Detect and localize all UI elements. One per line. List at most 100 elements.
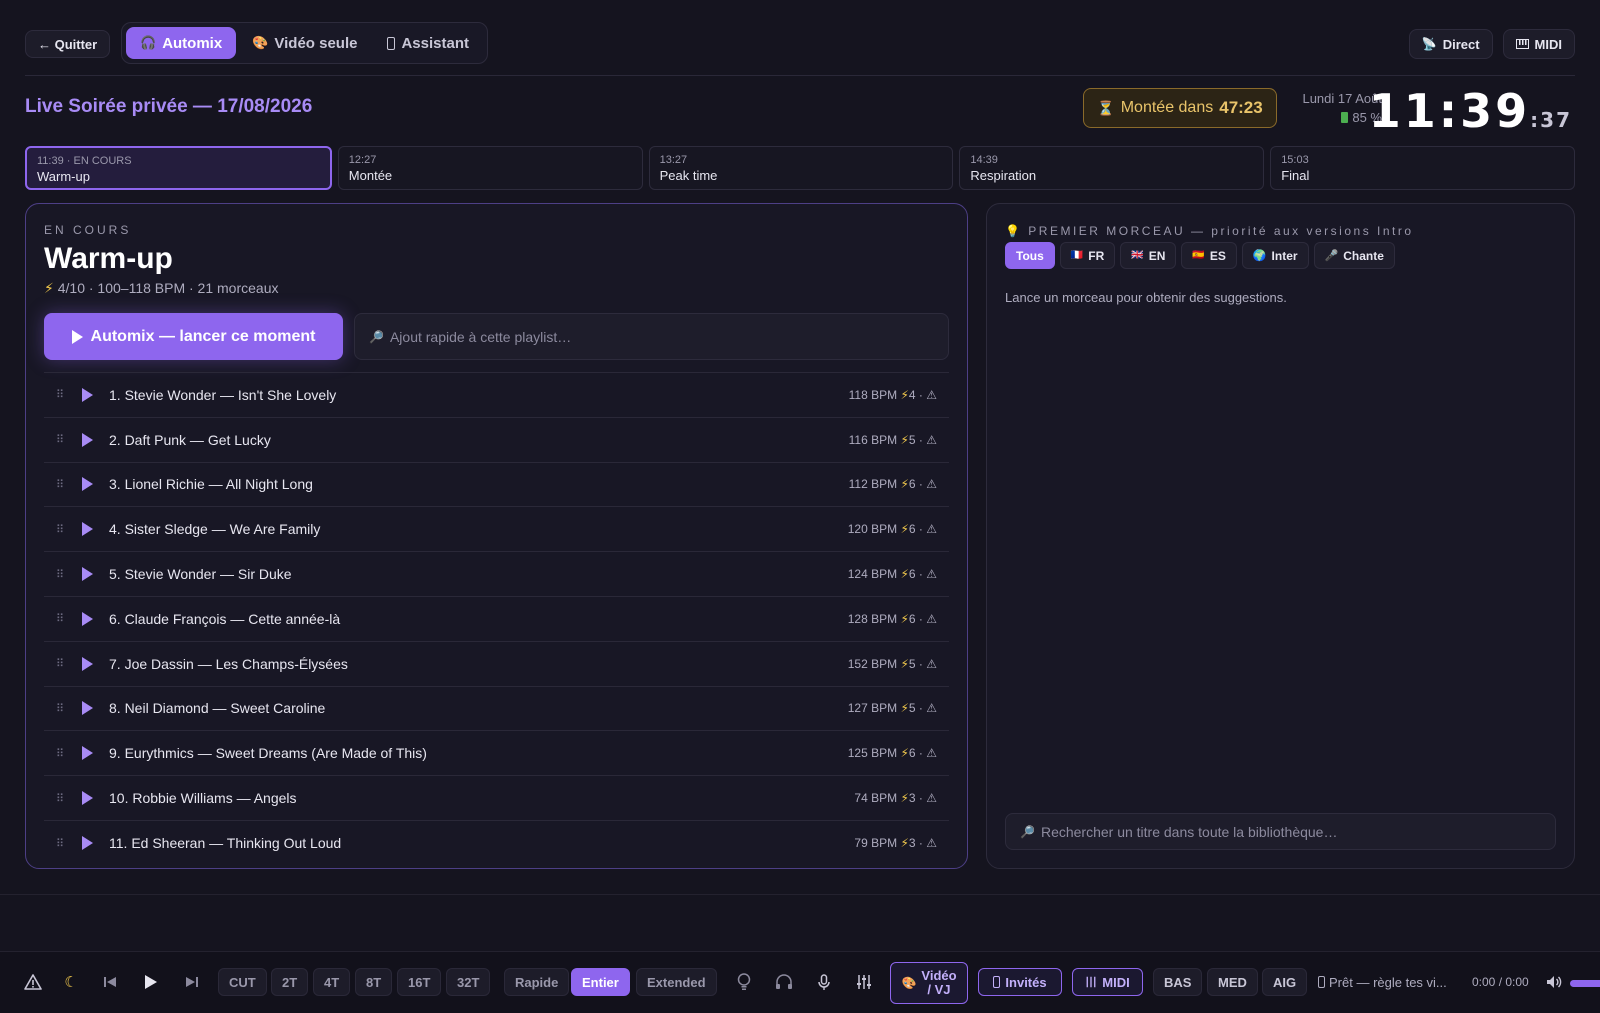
timeline-segment-montee[interactable]: 12:27 Montée xyxy=(337,146,643,190)
drag-handle-icon[interactable]: ⠿ xyxy=(56,478,68,491)
transition-2t-button[interactable]: 2T xyxy=(271,968,309,996)
track-meta: 152 BPM ⚡5 · ⚠ xyxy=(847,656,937,671)
timeline-segment-warmup[interactable]: 11:39 · EN COURS Warm-up xyxy=(25,146,332,190)
guests-button[interactable]: Invités xyxy=(978,968,1062,996)
drag-handle-icon[interactable]: ⠿ xyxy=(56,702,68,715)
midi-button[interactable]: MIDI xyxy=(1072,968,1143,996)
drag-handle-icon[interactable]: ⠿ xyxy=(56,388,68,401)
filter-chante[interactable]: 🎤 Chante xyxy=(1313,242,1395,269)
energy-icon: ⚡ xyxy=(900,432,909,447)
microphone-icon[interactable] xyxy=(810,968,838,996)
next-icon[interactable] xyxy=(178,968,206,996)
timeline-segment-final[interactable]: 15:03 Final xyxy=(1270,146,1575,190)
eq-mid-button[interactable]: MED xyxy=(1207,968,1258,996)
clock: 11:39:37 xyxy=(1368,84,1572,138)
play-icon[interactable] xyxy=(82,387,93,402)
moment-title: Warm-up xyxy=(44,242,173,275)
play-icon[interactable] xyxy=(82,477,93,492)
next-moment-countdown: ⏳ Montée dans 47:23 xyxy=(1083,88,1277,128)
drag-handle-icon[interactable]: ⠿ xyxy=(56,612,68,625)
tab-automix[interactable]: 🎧 Automix xyxy=(126,27,237,59)
track-row[interactable]: ⠿ 5. Stevie Wonder — Sir Duke 124 BPM ⚡6… xyxy=(44,552,949,597)
warning-icon: ⚠ xyxy=(926,477,937,492)
track-row[interactable]: ⠿ 11. Ed Sheeran — Thinking Out Loud 79 … xyxy=(44,821,949,866)
track-row[interactable]: ⠿ 3. Lionel Richie — All Night Long 112 … xyxy=(44,463,949,508)
track-row[interactable]: ⠿ 9. Eurythmics — Sweet Dreams (Are Made… xyxy=(44,731,949,777)
play-icon[interactable] xyxy=(137,968,165,996)
track-row[interactable]: ⠿ 1. Stevie Wonder — Isn't She Lovely 11… xyxy=(44,373,949,418)
top-bar: ← Quitter 🎧 Automix 🎨 Vidéo seule Assist… xyxy=(25,22,1575,66)
track-row[interactable]: ⠿ 6. Claude François — Cette année-là 12… xyxy=(44,597,949,642)
track-row[interactable]: ⠿ 4. Sister Sledge — We Are Family 120 B… xyxy=(44,507,949,553)
hourglass-icon: ⏳ xyxy=(1097,99,1115,116)
mode-tabs: 🎧 Automix 🎨 Vidéo seule Assistant xyxy=(121,22,488,64)
track-row[interactable]: ⠿ 10. Robbie Williams — Angels 74 BPM ⚡3… xyxy=(44,776,949,821)
filter-inter[interactable]: 🌍 Inter xyxy=(1241,242,1309,269)
lightbulb-icon: 💡 xyxy=(1005,224,1023,238)
volume-slider[interactable] xyxy=(1570,980,1600,987)
drag-handle-icon[interactable]: ⠿ xyxy=(56,657,68,670)
drag-handle-icon[interactable]: ⠿ xyxy=(56,792,68,805)
track-row[interactable]: ⠿ 2. Daft Punk — Get Lucky 116 BPM ⚡5 · … xyxy=(44,418,949,463)
mode-entier-button[interactable]: Entier xyxy=(571,968,630,996)
timeline-segment-respiration[interactable]: 14:39 Respiration xyxy=(959,146,1265,190)
play-icon[interactable] xyxy=(82,522,93,537)
timeline-segment-peak-time[interactable]: 13:27 Peak time xyxy=(648,146,954,190)
quick-add-input[interactable]: 🔎 Ajout rapide à cette playlist… xyxy=(354,313,949,360)
track-meta: 74 BPM ⚡3 · ⚠ xyxy=(854,791,937,806)
eq-treble-button[interactable]: AIG xyxy=(1262,968,1308,996)
cut-button[interactable]: CUT xyxy=(218,968,267,996)
play-icon[interactable] xyxy=(82,701,93,716)
play-icon[interactable] xyxy=(82,567,93,582)
filter-all[interactable]: Tous xyxy=(1005,242,1055,269)
direct-button[interactable]: 📡 Direct xyxy=(1408,29,1493,59)
drag-handle-icon[interactable]: ⠿ xyxy=(56,837,68,850)
play-icon[interactable] xyxy=(82,746,93,761)
transition-4t-button[interactable]: 4T xyxy=(313,968,351,996)
transition-8t-button[interactable]: 8T xyxy=(355,968,393,996)
phone-icon xyxy=(993,976,1001,988)
warning-icon: ⚠ xyxy=(926,701,937,716)
eq-bass-button[interactable]: BAS xyxy=(1153,968,1203,996)
play-icon[interactable] xyxy=(82,611,93,626)
video-vj-button[interactable]: 🎨 Vidéo / VJ xyxy=(890,962,968,1004)
night-mode-icon[interactable]: ☾ xyxy=(57,968,85,996)
headphones-icon[interactable] xyxy=(770,968,798,996)
microphone-icon: 🎤 xyxy=(1324,250,1339,262)
track-meta: 118 BPM ⚡4 · ⚠ xyxy=(848,387,937,402)
volume-icon[interactable] xyxy=(1540,968,1568,996)
warning-icon: ⚠ xyxy=(926,432,937,447)
previous-icon[interactable] xyxy=(96,968,124,996)
filter-fr[interactable]: 🇫🇷 FR xyxy=(1059,242,1116,269)
library-search-input[interactable]: 🔎 Rechercher un titre dans toute la bibl… xyxy=(1005,813,1556,850)
warning-icon[interactable] xyxy=(19,968,47,996)
mode-rapide-button[interactable]: Rapide xyxy=(504,968,570,996)
drag-handle-icon[interactable]: ⠿ xyxy=(56,523,68,536)
track-row[interactable]: ⠿ 8. Neil Diamond — Sweet Caroline 127 B… xyxy=(44,687,949,732)
quit-button[interactable]: ← Quitter xyxy=(25,30,111,58)
track-row[interactable]: ⠿ 7. Joe Dassin — Les Champs-Élysées 152… xyxy=(44,642,949,687)
play-icon[interactable] xyxy=(82,432,93,447)
drag-handle-icon[interactable]: ⠿ xyxy=(56,747,68,760)
automix-launch-button[interactable]: Automix — lancer ce moment xyxy=(44,313,343,360)
tab-assistant[interactable]: Assistant xyxy=(373,27,483,59)
palette-icon: 🎨 xyxy=(901,976,917,990)
remote-icon xyxy=(1318,976,1325,988)
moment-timeline: 11:39 · EN COURS Warm-up 12:27 Montée 13… xyxy=(25,146,1575,190)
transition-16t-button[interactable]: 16T xyxy=(397,968,442,996)
track-meta: 127 BPM ⚡5 · ⚠ xyxy=(847,701,937,716)
filter-en[interactable]: 🇬🇧 EN xyxy=(1120,242,1177,269)
transition-32t-button[interactable]: 32T xyxy=(446,968,491,996)
lightbulb-icon[interactable] xyxy=(730,968,758,996)
top-right-actions: 📡 Direct MIDI xyxy=(1408,29,1575,59)
drag-handle-icon[interactable]: ⠿ xyxy=(56,568,68,581)
play-icon[interactable] xyxy=(82,656,93,671)
play-icon[interactable] xyxy=(82,836,93,851)
drag-handle-icon[interactable]: ⠿ xyxy=(56,433,68,446)
tab-video-only[interactable]: 🎨 Vidéo seule xyxy=(238,27,371,59)
mixer-icon[interactable] xyxy=(850,968,878,996)
mode-extended-button[interactable]: Extended xyxy=(636,968,717,996)
filter-es[interactable]: 🇪🇸 ES xyxy=(1181,242,1237,269)
midi-top-button[interactable]: MIDI xyxy=(1502,29,1575,59)
play-icon[interactable] xyxy=(82,791,93,806)
